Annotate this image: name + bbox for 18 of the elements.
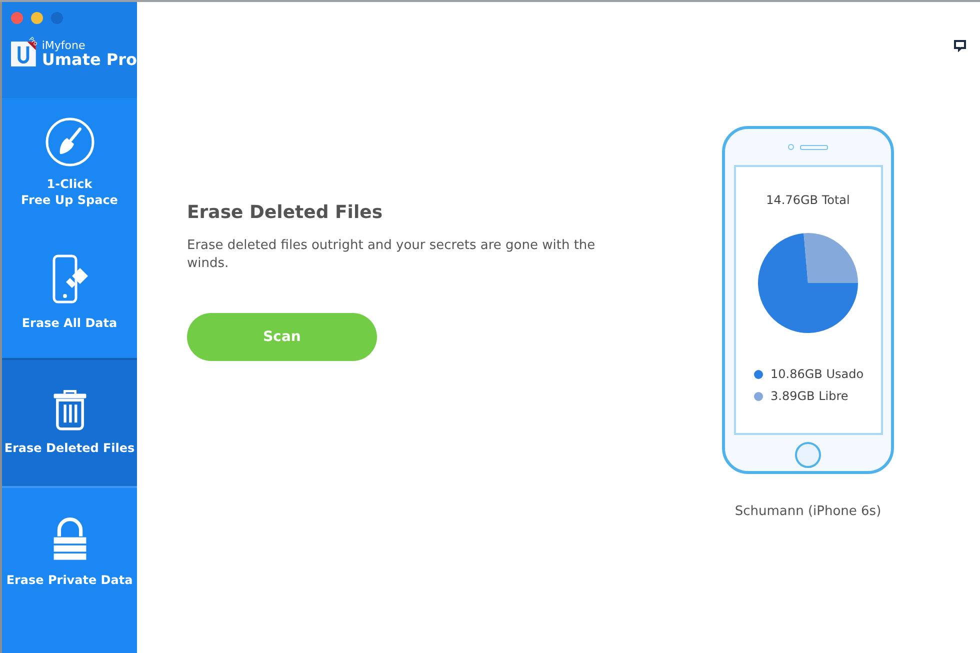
- legend-label: 10.86GB Usado: [770, 367, 864, 381]
- brand-name: iMyfone: [42, 40, 86, 52]
- scan-button[interactable]: Scan: [187, 313, 377, 362]
- page-title: Erase Deleted Files: [187, 202, 384, 223]
- close-button[interactable]: [11, 12, 23, 24]
- product-name: Umate Pro: [42, 52, 137, 68]
- feedback-icon[interactable]: [954, 40, 966, 52]
- device-name: Schumann (iPhone 6s): [734, 504, 882, 519]
- trash-icon: [52, 389, 88, 432]
- camera-icon: [788, 144, 794, 150]
- speaker-icon: [800, 144, 828, 150]
- storage-total: 14.76GB Total: [766, 193, 850, 207]
- legend-label: 3.89GB Libre: [770, 389, 848, 403]
- lock-icon: [52, 516, 88, 563]
- description: Erase deleted files outright and your secrets are gone with the winds.: [187, 237, 596, 274]
- sidebar-item[interactable]: Erase Deleted Files: [2, 358, 137, 488]
- minimize-button[interactable]: [31, 12, 43, 24]
- broom-icon: [44, 116, 94, 167]
